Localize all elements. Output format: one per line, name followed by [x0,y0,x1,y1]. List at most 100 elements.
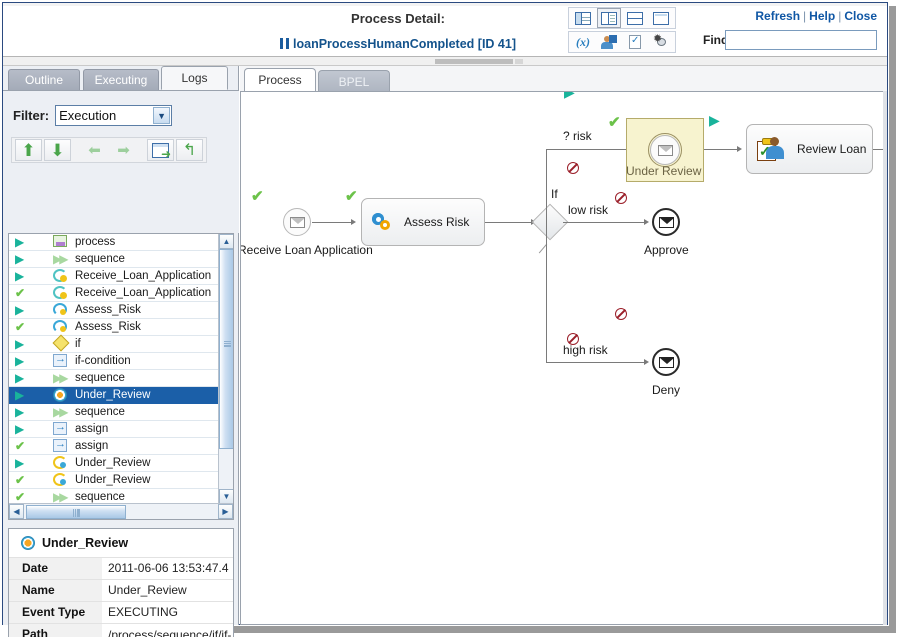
scroll-up-button[interactable]: ▲ [219,234,233,249]
process-icon [53,235,70,249]
sequence-icon: ▶▶ [53,252,69,266]
tree-vertical-scrollbar[interactable]: ▲ ▼ [218,234,233,504]
scroll-right-button[interactable]: ▶ [218,504,233,519]
header-links: Refresh | Help | Close [755,9,877,23]
tree-row[interactable]: ▶ assign [9,421,220,438]
node-receive-loan-application[interactable] [283,208,311,236]
details-key: Date [9,557,102,580]
tab-executing[interactable]: Executing [83,69,159,90]
tree-row[interactable]: ▶ process [9,234,220,251]
tree-row-label: process [75,236,116,248]
tree-row-label: assign [75,440,109,452]
tree-row[interactable]: ▶ Under_Review [9,455,220,472]
status-running-icon: ▶ [15,405,25,419]
tab-process[interactable]: Process [244,68,316,92]
layout-single-icon[interactable] [649,8,673,28]
node-approve[interactable] [652,208,680,236]
process-diagram-canvas[interactable]: ✔ Receive Loan Application ✔ Assess Risk [240,91,885,625]
variables-fx-icon[interactable]: (x) [571,32,595,52]
help-link[interactable]: Help [809,9,835,23]
tree-hscroll-thumb[interactable] [26,504,126,519]
node-deny[interactable] [652,348,680,376]
scrollbar-thumb[interactable] [435,59,513,64]
move-down-button[interactable]: ⬇ [44,139,71,161]
task-list-icon[interactable] [623,32,647,52]
receive-icon [53,286,70,300]
tree-row[interactable]: ▶ Receive_Loan_Application [9,268,220,285]
node-gateway-label: If [551,187,558,201]
process-view-panel: Process BPEL ✔ Receive Loan Application … [240,66,887,625]
layout-horizontal-split-icon[interactable] [623,8,647,28]
status-completed-icon: ✔ [15,439,26,453]
edge-underreview-reviewloan-arrow [737,145,742,152]
tree-row-label: Under_Review [75,389,151,401]
find-input[interactable] [725,30,877,50]
node-review-loan[interactable]: ✓ Review Loan [746,124,873,174]
receive-icon [53,269,70,283]
sequence-icon: ▶▶ [53,490,69,504]
details-title-row: Under_Review [9,529,233,557]
tree-vscroll-thumb[interactable] [219,249,233,449]
refresh-link[interactable]: Refresh [755,9,800,23]
details-row: Path/process/sequence/if/if-condition/se… [9,623,233,637]
edge-receive-assess [312,222,354,223]
status-running-icon: ▶ [15,252,25,266]
tree-row[interactable]: ✔ Assess_Risk [9,319,220,336]
undo-button[interactable]: ↰ [176,139,203,161]
filter-select[interactable]: Execution ▼ [55,105,173,126]
canvas-right-gutter [883,91,887,625]
details-value: 2011-06-06 13:53:47.4 [102,557,233,580]
tab-bpel[interactable]: BPEL [318,70,390,92]
tree-row-label: Receive_Loan_Application [75,287,212,299]
top-horizontal-scrollbar[interactable] [3,57,887,66]
scroll-left-button[interactable]: ◀ [9,504,24,519]
chevron-down-icon[interactable]: ▼ [153,107,171,124]
node-under-review-label: Under Review [626,164,702,178]
arrow-up-icon: ⬆ [21,140,36,160]
tree-row[interactable]: ✔ Under_Review [9,472,220,489]
tree-row[interactable]: ▶ ▶▶ sequence [9,251,220,268]
tab-logs[interactable]: Logs [161,66,228,90]
move-up-button[interactable]: ⬆ [15,139,42,161]
step-back-button[interactable]: ⬅ [81,139,108,161]
sequence-icon: ▶▶ [53,405,69,419]
assign-icon [53,421,70,436]
tree-row[interactable]: ✔ ▶▶ sequence [9,489,220,504]
details-key: Name [9,579,102,602]
debug-icon[interactable]: ✹ [649,32,673,52]
edge-receive-assess-arrow [351,218,356,225]
tab-outline[interactable]: Outline [8,69,80,90]
tree-row[interactable]: ▶ ▶▶ sequence [9,404,220,421]
status-running-icon: ▶ [15,388,25,402]
tree-row-label: if [75,338,81,350]
details-row: Event Type EXECUTING [9,601,233,624]
step-forward-button[interactable]: ➡ [110,139,137,161]
edge-gateway-deny-arrow [644,358,649,365]
node-assess-risk[interactable]: Assess Risk [361,198,485,246]
participants-icon[interactable] [597,32,621,52]
process-name-link[interactable]: loanProcessHumanCompleted [ID 41] [293,37,516,51]
arrow-left-icon: ⬅ [88,142,101,159]
close-link[interactable]: Close [844,9,877,23]
edge-low-risk-label: low risk [568,203,609,217]
condition-icon [53,353,70,368]
tree-row-label: sequence [75,253,125,265]
execution-log-tree[interactable]: ▶ process ▶ ▶▶ sequence ▶ Receive_Loan_Applica… [8,233,234,520]
tree-horizontal-scrollbar[interactable]: ◀ ▶ [9,503,233,519]
layout-left-tree-icon[interactable] [571,8,595,28]
tree-row[interactable]: ▶ Assess_Risk [9,302,220,319]
tree-row[interactable]: ▶ Under_Review [9,387,220,404]
goto-source-button[interactable] [147,139,174,161]
tree-row[interactable]: ✔ assign [9,438,220,455]
tree-toolbar: ⬆ ⬇ ⬅ ➡ ↰ [11,137,207,163]
tree-row[interactable]: ✔ Receive_Loan_Application [9,285,220,302]
tree-row[interactable]: ▶ ▶▶ sequence [9,370,220,387]
tree-row-label: Assess_Risk [75,304,141,316]
page-title: Process Detail: [351,11,445,26]
tree-row[interactable]: ▶ if [9,334,220,353]
scroll-down-button[interactable]: ▼ [219,489,233,504]
layout-split-icon[interactable] [597,8,621,28]
tree-row-label: Under_Review [75,457,151,469]
marker-running-top: ▶ [564,91,575,100]
tree-row[interactable]: ▶ if-condition [9,353,220,370]
